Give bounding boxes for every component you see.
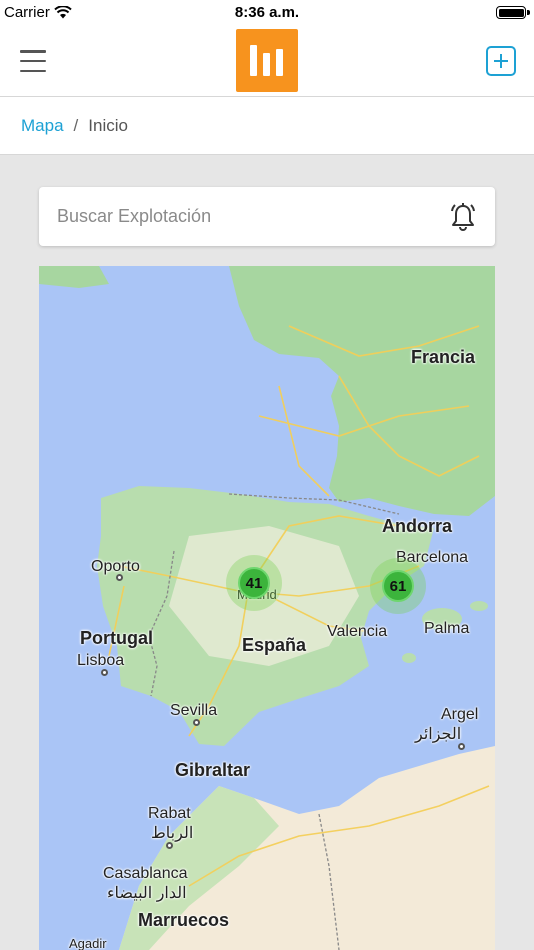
map-france bbox=[229, 266, 495, 516]
status-bar: Carrier 8:36 a.m. bbox=[0, 0, 534, 26]
city-marker-argel bbox=[458, 743, 465, 750]
map-label-palma: Palma bbox=[424, 620, 470, 637]
map-label-francia: Francia bbox=[411, 347, 476, 367]
map-label-portugal: Portugal bbox=[80, 628, 154, 648]
map-label-valencia: Valencia bbox=[327, 623, 388, 640]
map-view[interactable]: Francia Andorra Barcelona Oporto Portuga… bbox=[39, 266, 495, 950]
search-input[interactable] bbox=[39, 187, 439, 246]
city-marker-sevilla bbox=[193, 719, 200, 726]
map-label-argel: Argel bbox=[441, 706, 479, 723]
map-label-oporto: Oporto bbox=[91, 558, 140, 575]
map-label-agadir: Agadir bbox=[69, 936, 107, 950]
map-label-sevilla: Sevilla bbox=[170, 702, 218, 719]
map-britain bbox=[39, 266, 109, 288]
search-bar bbox=[39, 187, 495, 246]
map-menorca bbox=[470, 601, 488, 611]
breadcrumb-separator: / bbox=[73, 115, 79, 135]
city-marker-oporto bbox=[116, 574, 123, 581]
bar-chart-logo-icon bbox=[250, 45, 283, 76]
cluster-count: 61 bbox=[382, 570, 414, 602]
map-terrain bbox=[39, 266, 495, 950]
breadcrumb-link-mapa[interactable]: Mapa bbox=[21, 116, 64, 136]
map-label-casablanca: Casablanca bbox=[103, 865, 188, 882]
map-label-marruecos: Marruecos bbox=[138, 910, 230, 930]
map-label-lisboa: Lisboa bbox=[77, 652, 125, 669]
bell-alert-icon[interactable] bbox=[449, 202, 477, 232]
map-label-gibraltar: Gibraltar bbox=[175, 760, 251, 780]
city-marker-lisboa bbox=[101, 669, 108, 676]
breadcrumb-current: Inicio bbox=[88, 115, 128, 135]
menu-icon[interactable] bbox=[20, 50, 46, 72]
map-label-espana: España bbox=[242, 635, 307, 655]
breadcrumb: Mapa / Inicio bbox=[0, 97, 534, 155]
top-navigation bbox=[0, 26, 534, 97]
map-label-casablanca-arabic: الدار البيضاء bbox=[107, 885, 187, 902]
map-label-argel-arabic: الجزائر bbox=[415, 726, 462, 743]
map-label-rabat: Rabat bbox=[148, 805, 191, 822]
add-button[interactable] bbox=[486, 46, 516, 76]
app-logo bbox=[236, 29, 298, 92]
clock: 8:36 a.m. bbox=[234, 4, 300, 21]
map-cluster-madrid[interactable]: 41 bbox=[226, 555, 282, 611]
city-marker-rabat bbox=[166, 842, 173, 849]
cluster-count: 41 bbox=[238, 567, 270, 599]
map-label-rabat-arabic: الرباط bbox=[151, 825, 194, 842]
map-label-andorra: Andorra bbox=[382, 516, 453, 536]
map-cluster-valencia[interactable]: 61 bbox=[370, 558, 426, 614]
battery-icon bbox=[496, 6, 530, 19]
map-ibiza bbox=[402, 653, 416, 663]
